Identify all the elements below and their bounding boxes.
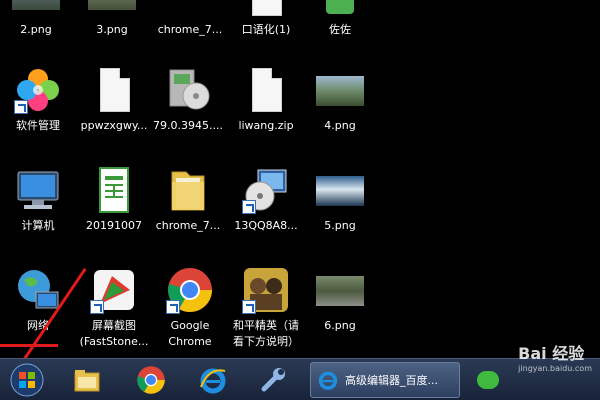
taskbar: 高级编辑器_百度... xyxy=(0,358,600,400)
wechat-icon xyxy=(477,371,499,389)
app-icon xyxy=(316,0,364,18)
folder-icon xyxy=(164,166,212,214)
setup-cd-icon xyxy=(242,166,290,214)
network-globe-icon xyxy=(14,266,62,314)
desktop-icon-3png[interactable]: 3.png xyxy=(68,0,156,38)
desktop-icon-chrome-folder-top[interactable]: chrome_7... xyxy=(146,0,234,38)
faststone-capture-icon xyxy=(90,266,138,314)
icon-label: 4.png xyxy=(324,119,356,132)
icon-label: 79.0.3945.... xyxy=(153,119,223,132)
folder-icon xyxy=(166,0,214,18)
desktop-icon-chrome-folder[interactable]: chrome_7... xyxy=(144,166,232,234)
icon-label: 屏幕截图 (FastStone... xyxy=(79,319,149,348)
icon-label: 3.png xyxy=(96,23,128,36)
spreadsheet-file-icon xyxy=(90,166,138,214)
chrome-icon xyxy=(137,366,165,394)
icon-label: 6.png xyxy=(324,319,356,332)
desktop-icon-installer-79[interactable]: 79.0.3945.... xyxy=(144,66,232,134)
chrome-icon xyxy=(166,266,214,314)
image-thumbnail-icon xyxy=(316,266,364,314)
software-manager-icon xyxy=(14,66,62,114)
watermark-subtext: jingyan.baidu.com xyxy=(518,364,592,373)
blank-file-icon xyxy=(242,66,290,114)
taskbar-wechat-button[interactable] xyxy=(470,361,506,399)
desktop-icon-zuozuo[interactable]: 佐佐 xyxy=(296,0,384,38)
active-window-title: 高级编辑器_百度... xyxy=(345,374,438,387)
taskbar-active-window-ie[interactable]: 高级编辑器_百度... xyxy=(310,362,460,398)
baidu-jingyan-watermark: Bai 经验 jingyan.baidu.com xyxy=(518,340,592,373)
image-thumbnail-icon xyxy=(316,166,364,214)
taskbar-chrome-button[interactable] xyxy=(124,361,178,399)
word-document-icon xyxy=(242,0,290,18)
desktop-icon-4png[interactable]: 4.png xyxy=(296,66,384,134)
icon-label: 佐佐 xyxy=(329,23,351,36)
taskbar-tool-button[interactable] xyxy=(246,361,300,399)
annotation-line-left xyxy=(0,344,58,347)
game-icon xyxy=(242,266,290,314)
wrench-tool-icon xyxy=(261,368,285,392)
internet-explorer-icon xyxy=(317,369,339,391)
icon-label: chrome_7... xyxy=(157,23,223,36)
icon-label: chrome_7... xyxy=(155,219,221,232)
icon-label: 5.png xyxy=(324,219,356,232)
blank-file-icon xyxy=(90,66,138,114)
desktop-icon-google-chrome[interactable]: Google Chrome xyxy=(146,266,234,350)
taskbar-explorer-button[interactable] xyxy=(60,361,114,399)
desktop-icon-faststone[interactable]: 屏幕截图 (FastStone... xyxy=(70,266,158,350)
image-thumbnail-icon xyxy=(12,0,60,18)
desktop: 2.png 3.png chrome_7... 口语化(1) 佐佐 软件管理 p… xyxy=(0,0,600,358)
taskbar-ie-button[interactable] xyxy=(186,361,240,399)
desktop-icon-5png[interactable]: 5.png xyxy=(296,166,384,234)
computer-icon xyxy=(14,166,62,214)
desktop-icon-6png[interactable]: 6.png xyxy=(296,266,384,334)
icon-label: Google Chrome xyxy=(168,319,212,348)
watermark-text: Bai 经验 xyxy=(518,344,585,363)
image-thumbnail-icon xyxy=(316,66,364,114)
internet-explorer-icon xyxy=(200,368,226,394)
image-thumbnail-icon xyxy=(88,0,136,18)
explorer-folder-icon xyxy=(74,370,100,392)
start-button[interactable] xyxy=(0,361,54,399)
installer-disc-icon xyxy=(164,66,212,114)
windows-start-icon xyxy=(10,363,44,397)
